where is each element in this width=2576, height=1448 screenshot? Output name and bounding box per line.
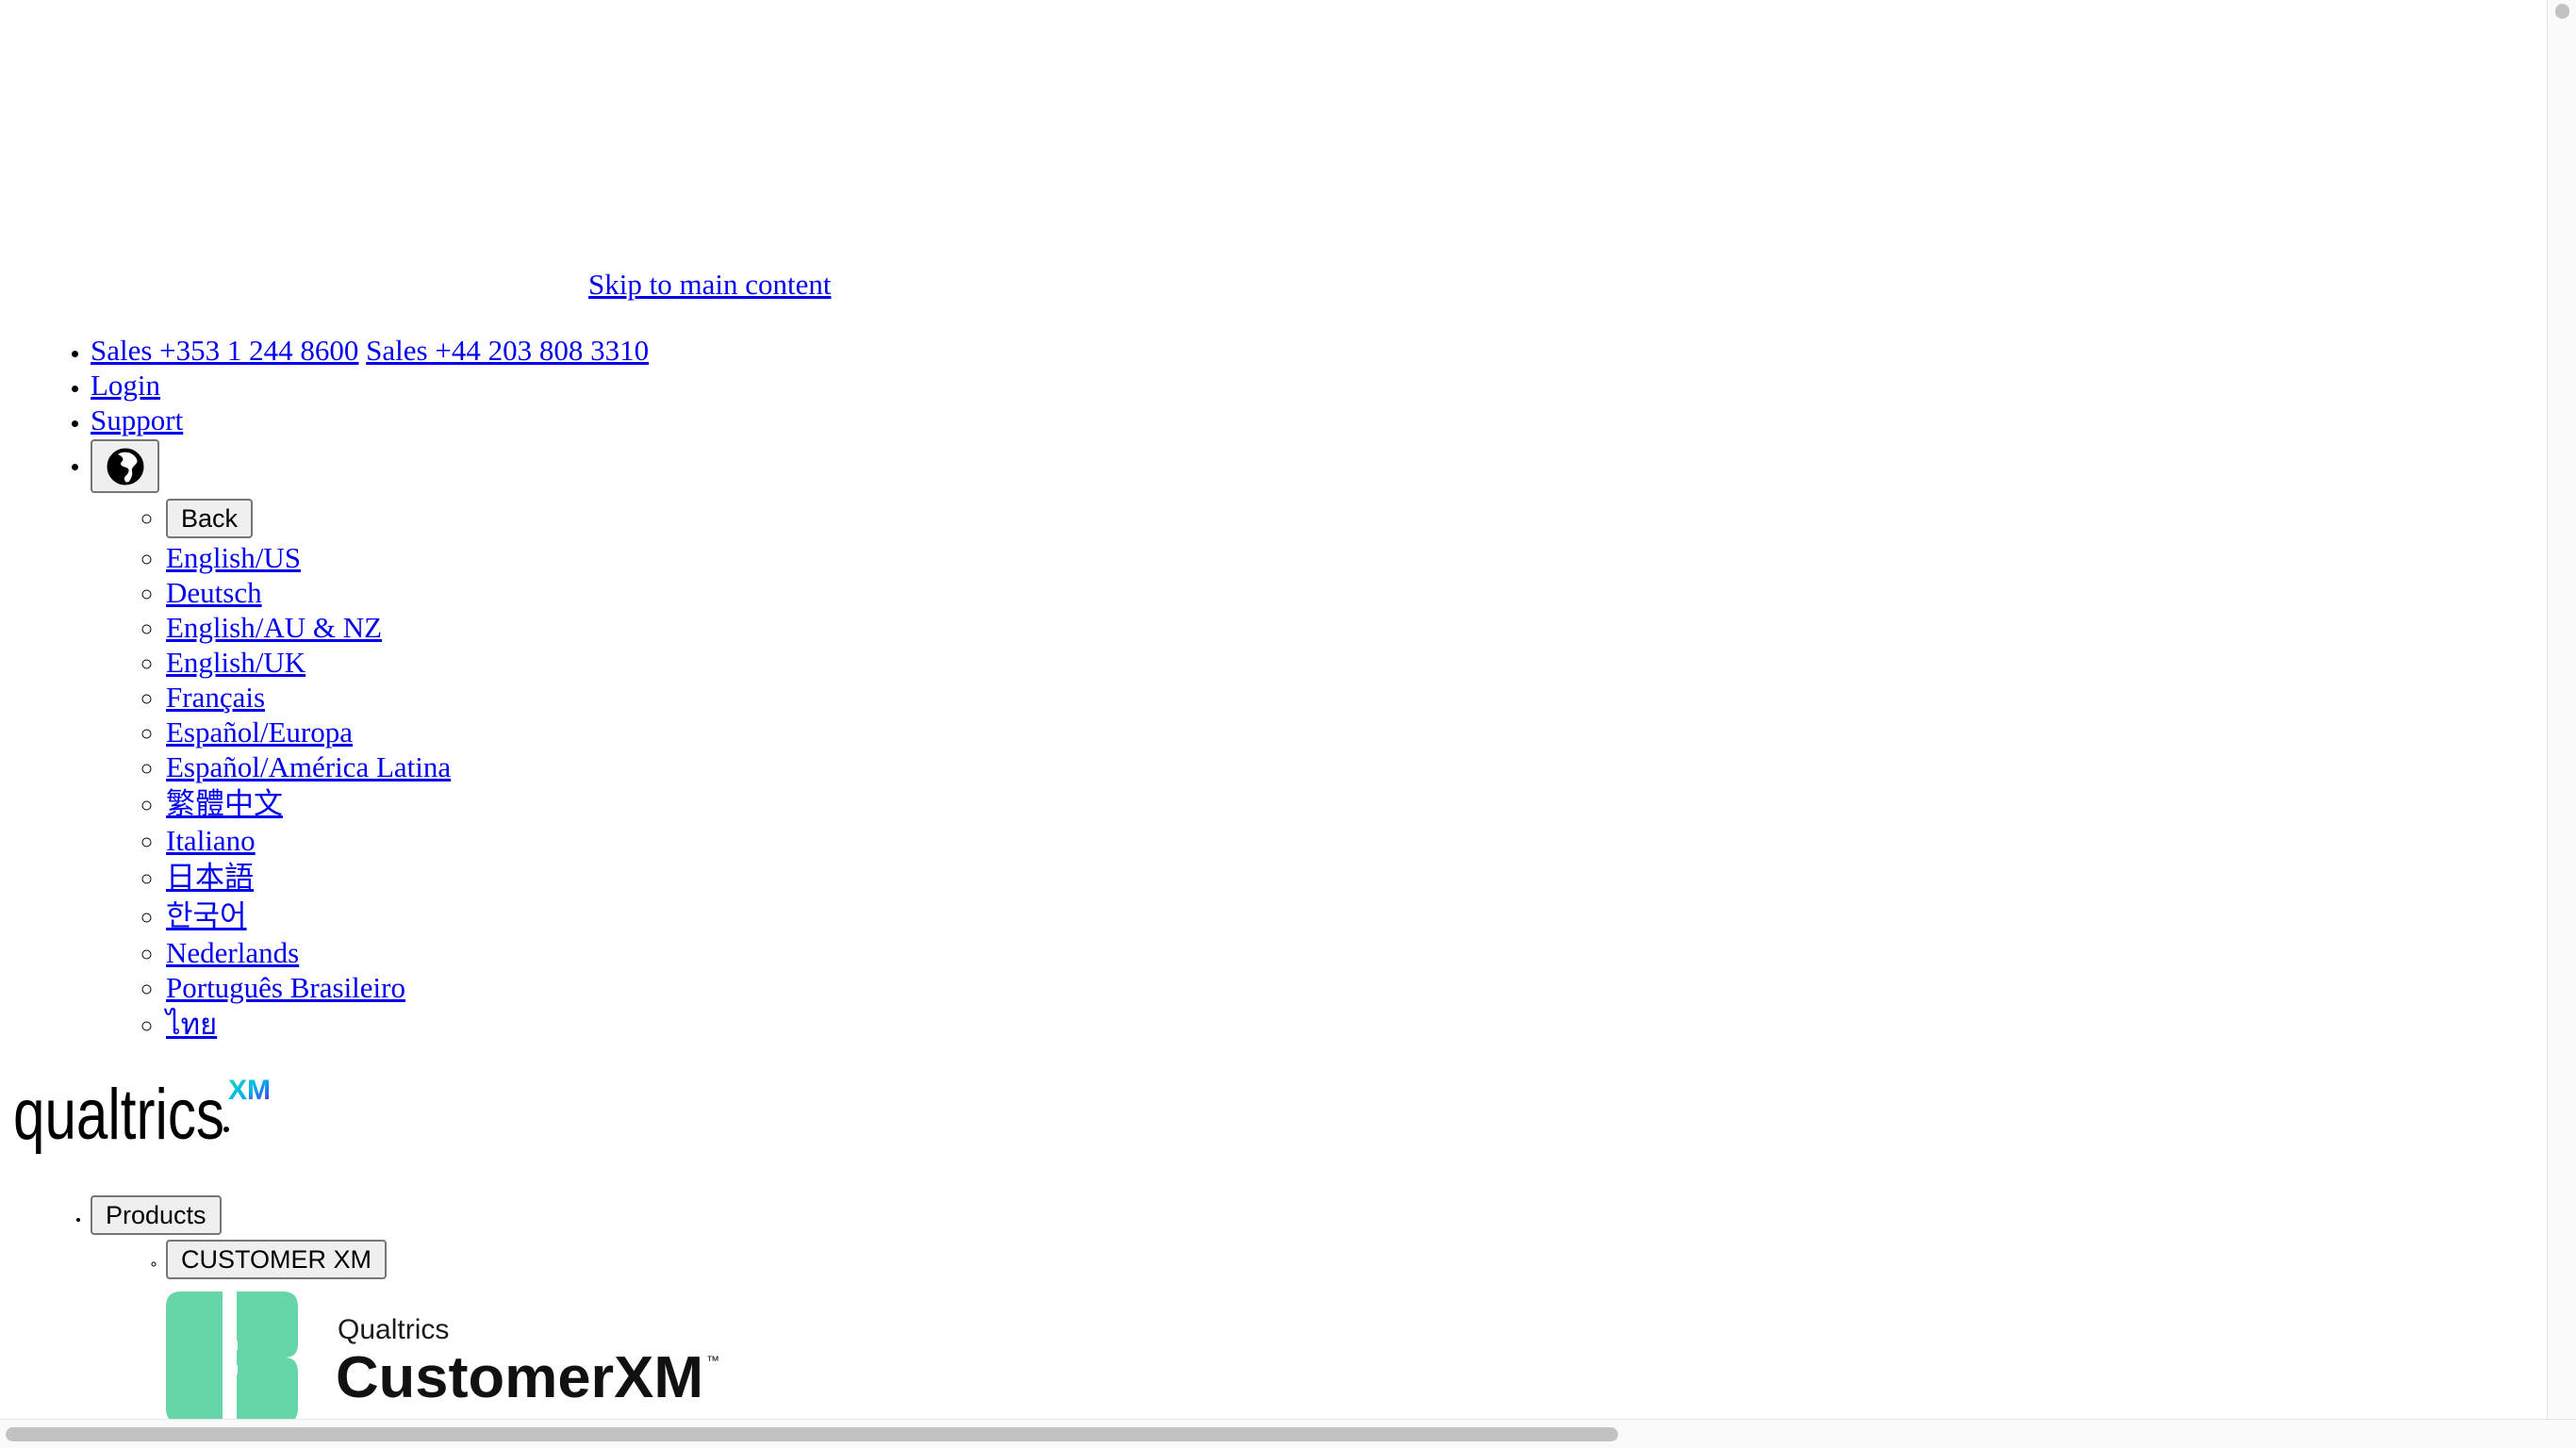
language-item: 日本語 (166, 858, 649, 897)
sales-item: Sales +353 1 244 8600 Sales +44 203 808 … (91, 333, 649, 368)
language-item: English/AU & NZ (166, 610, 649, 645)
qualtrics-xm-logo: qualtrics XM (13, 1075, 271, 1155)
vertical-scrollbar[interactable] (2547, 0, 2576, 1420)
language-item: Nederlands (166, 935, 649, 970)
products-submenu: CUSTOMER XM Qualtrics CustomerXM ™ (91, 1240, 732, 1420)
support-item: Support (91, 403, 649, 437)
language-item: Español/América Latina (166, 749, 649, 784)
support-link[interactable]: Support (91, 403, 183, 436)
language-selector-item: Back English/US Deutsch English/AU & NZ … (91, 439, 649, 1044)
language-link-en-us[interactable]: English/US (166, 541, 301, 574)
language-link-es-la[interactable]: Español/América Latina (166, 750, 451, 783)
language-item: 한국어 (166, 897, 649, 935)
language-item: Deutsch (166, 575, 649, 610)
language-link-ja[interactable]: 日本語 (166, 861, 254, 894)
customer-xm-mark (166, 1292, 298, 1420)
main-nav: Products CUSTOMER XM Qualtrics Custome (0, 1195, 732, 1420)
language-back-item: Back (166, 499, 649, 538)
customer-xm-logo: Qualtrics CustomerXM ™ (166, 1292, 719, 1420)
language-item: Português Brasileiro (166, 970, 649, 1005)
language-link-it[interactable]: Italiano (166, 824, 256, 857)
language-link-fr[interactable]: Français (166, 681, 265, 714)
customer-xm-trademark: ™ (706, 1353, 719, 1368)
customer-xm-product: CustomerXM (336, 1345, 703, 1410)
logo-superscript: XM (228, 1075, 271, 1106)
language-link-en-au-nz[interactable]: English/AU & NZ (166, 611, 382, 644)
language-item: English/UK (166, 645, 649, 680)
language-item: Français (166, 680, 649, 715)
horizontal-scrollbar[interactable] (0, 1419, 2576, 1448)
customer-xm-button[interactable]: CUSTOMER XM (166, 1240, 388, 1279)
language-selector-button[interactable] (91, 439, 159, 493)
language-link-nl[interactable]: Nederlands (166, 936, 299, 969)
language-link-en-uk[interactable]: English/UK (166, 646, 305, 679)
language-list: Back English/US Deutsch English/AU & NZ … (91, 499, 649, 1044)
customer-xm-item: CUSTOMER XM Qualtrics CustomerXM ™ (166, 1240, 732, 1420)
sales-ie-link[interactable]: Sales +353 1 244 8600 (91, 334, 358, 367)
language-link-ko[interactable]: 한국어 (166, 899, 247, 932)
language-item: Italiano (166, 823, 649, 858)
logo-wordmark: qualtrics (13, 1075, 224, 1155)
login-item: Login (91, 368, 649, 403)
language-item: English/US (166, 540, 649, 575)
globe-icon (107, 448, 143, 485)
language-item: Español/Europa (166, 715, 649, 749)
products-button[interactable]: Products (91, 1195, 222, 1235)
language-link-zh-tw[interactable]: 繁體中文 (166, 787, 283, 820)
language-link-es-eu[interactable]: Español/Europa (166, 716, 353, 749)
login-link[interactable]: Login (91, 369, 160, 402)
sales-uk-link[interactable]: Sales +44 203 808 3310 (366, 334, 649, 367)
vertical-scrollbar-thumb[interactable] (2555, 4, 2569, 19)
language-link-pt-br[interactable]: Português Brasileiro (166, 971, 405, 1004)
language-link-de[interactable]: Deutsch (166, 576, 262, 609)
horizontal-scrollbar-thumb[interactable] (6, 1427, 1618, 1441)
customer-xm-brand: Qualtrics (338, 1314, 449, 1345)
utility-nav: Sales +353 1 244 8600 Sales +44 203 808 … (0, 333, 649, 1044)
page: Skip to main content Sales +353 1 244 86… (0, 0, 2546, 1420)
language-item: ไทย (166, 1005, 649, 1044)
products-item: Products CUSTOMER XM Qualtrics Custome (91, 1195, 732, 1420)
back-button[interactable]: Back (166, 499, 254, 538)
language-link-th[interactable]: ไทย (166, 1008, 217, 1041)
language-item: 繁體中文 (166, 784, 649, 823)
skip-to-main-link[interactable]: Skip to main content (588, 268, 831, 302)
